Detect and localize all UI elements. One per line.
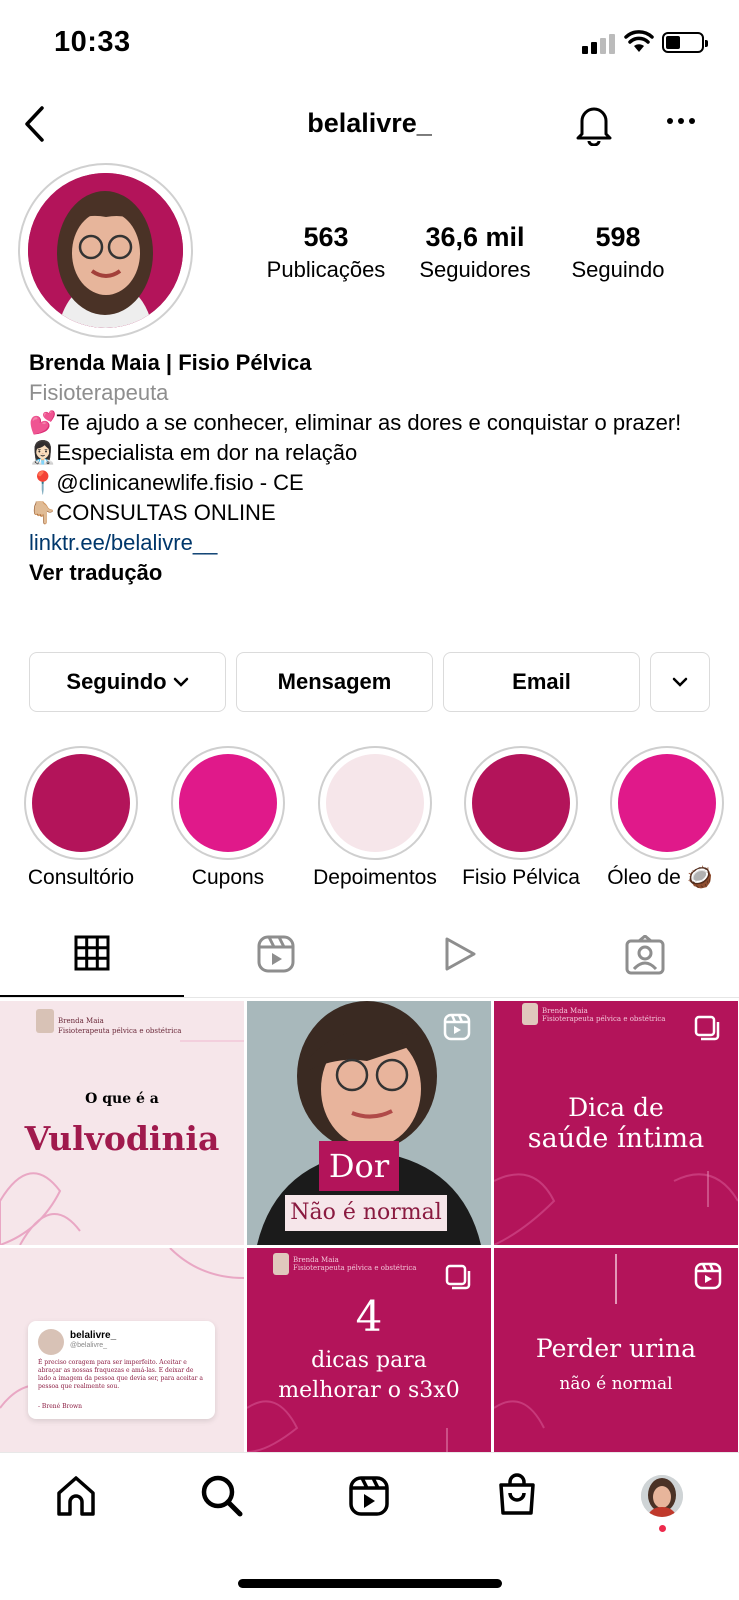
highlight-oleo[interactable]	[610, 746, 724, 860]
highlight-consultorio[interactable]	[24, 746, 138, 860]
play-video-tab-icon[interactable]	[442, 935, 478, 973]
following-button[interactable]: Seguindo	[29, 652, 226, 712]
bio-link[interactable]: linktr.ee/belalivre__	[29, 528, 719, 558]
tagged-photos-tab-icon[interactable]	[625, 935, 665, 975]
email-button-label: Email	[512, 669, 571, 694]
message-button[interactable]: Mensagem	[236, 652, 433, 712]
chevron-down-icon	[173, 677, 188, 687]
email-button[interactable]: Email	[443, 652, 640, 712]
stat-followers-label: Seguidores	[419, 257, 531, 282]
quote-card: belalivre_ @belalivre_ É preciso coragem…	[28, 1321, 215, 1419]
highlight-cupons[interactable]	[171, 746, 285, 860]
author-photo	[273, 1253, 289, 1275]
highlight-label: Depoimentos	[313, 866, 437, 889]
reels-icon[interactable]	[348, 1475, 390, 1517]
see-translation-link[interactable]: Ver tradução	[29, 558, 719, 588]
post-heading: Perder urina	[535, 1334, 697, 1363]
highlight-fisio-pelvica[interactable]	[464, 746, 578, 860]
chevron-down-icon	[672, 677, 688, 687]
cellular-signal-icon	[582, 34, 615, 54]
post-title: Não é normal	[285, 1195, 447, 1231]
post-heading: O que é a	[85, 1091, 159, 1107]
stat-followers-value: 36,6 mil	[425, 222, 525, 252]
quote-text: É preciso coragem para ser imperfeito. A…	[38, 1359, 204, 1390]
following-button-label: Seguindo	[66, 669, 167, 694]
quote-handle: @belalivre_	[70, 1342, 108, 1349]
author-photo	[36, 1009, 54, 1033]
post-title: Vulvodinia	[24, 1119, 220, 1158]
shopping-bag-icon[interactable]	[497, 1473, 537, 1517]
wifi-icon	[624, 30, 654, 52]
stat-following-label: Seguindo	[571, 257, 665, 282]
bio-line: 👇🏼CONSULTAS ONLINE	[29, 500, 276, 525]
post-number: 4	[355, 1292, 383, 1341]
post-heading: Dor	[319, 1141, 399, 1191]
post-author: Brenda Maia	[542, 1007, 588, 1015]
post-heading: Dica de	[568, 1093, 664, 1122]
profile-bio: Brenda Maia | Fisio Pélvica Fisioterapeu…	[29, 348, 719, 588]
search-icon[interactable]	[200, 1474, 244, 1518]
post-author: Brenda Maia	[293, 1256, 339, 1264]
stat-following[interactable]: 598 Seguindo	[560, 222, 676, 283]
profile-full-name: Brenda Maia | Fisio Pélvica	[29, 350, 312, 375]
author-photo	[522, 1003, 538, 1025]
highlight-label: Cupons	[191, 866, 265, 889]
status-time: 10:33	[54, 26, 131, 58]
post-title: saúde íntima	[527, 1123, 705, 1154]
profile-avatar[interactable]	[28, 173, 183, 328]
post-thumbnail[interactable]: Brenda Maia Fisioterapeuta pélvica e obs…	[494, 1001, 738, 1245]
post-subtitle: Fisioterapeuta pélvica e obstétrica	[293, 1264, 417, 1272]
post-title: melhorar o s3x0	[278, 1378, 460, 1403]
post-subtitle: Fisioterapeuta pélvica e obstétrica	[542, 1015, 666, 1023]
suggested-accounts-button[interactable]	[650, 652, 710, 712]
more-options-icon[interactable]	[667, 118, 695, 124]
home-icon[interactable]	[54, 1474, 98, 1518]
battery-icon	[662, 32, 708, 53]
notification-dot	[659, 1525, 666, 1532]
post-thumbnail[interactable]: Dor Não é normal	[247, 1001, 491, 1245]
tab-divider	[0, 997, 739, 998]
avatar	[38, 1329, 64, 1355]
carousel-icon	[445, 1264, 471, 1290]
highlight-label: Consultório	[27, 866, 135, 889]
reel-icon	[694, 1262, 722, 1290]
reel-icon	[443, 1013, 471, 1041]
highlight-label: Fisio Pélvica	[462, 866, 580, 889]
stat-following-value: 598	[595, 222, 641, 252]
stat-posts-value: 563	[303, 222, 349, 252]
quote-user: belalivre_	[70, 1330, 117, 1341]
bio-line: 👩🏻‍⚕️Especialista em dor na relação	[29, 440, 358, 465]
profile-category: Fisioterapeuta	[29, 380, 169, 405]
bio-line: 💕Te ajudo a se conhecer, eliminar as dor…	[29, 410, 682, 435]
highlight-label: Óleo de 🥥	[607, 866, 713, 889]
carousel-icon	[694, 1015, 720, 1041]
post-subtitle: Fisioterapeuta pélvica e obstétrica	[58, 1027, 182, 1035]
post-thumbnail[interactable]: Brenda Maia Fisioterapeuta pélvica e obs…	[0, 1001, 244, 1245]
highlight-depoimentos[interactable]	[318, 746, 432, 860]
post-title: não é normal	[559, 1374, 673, 1394]
stat-posts-label: Publicações	[266, 257, 386, 282]
notification-bell-icon[interactable]	[574, 102, 614, 146]
reels-tab-icon[interactable]	[257, 935, 295, 973]
post-author: Brenda Maia	[58, 1017, 104, 1025]
profile-tab-avatar[interactable]	[641, 1475, 683, 1517]
stat-followers[interactable]: 36,6 mil Seguidores	[408, 222, 542, 283]
post-heading: dicas para	[311, 1348, 427, 1373]
quote-cite: - Brené Brown	[38, 1403, 82, 1410]
home-indicator	[238, 1579, 502, 1588]
stat-posts[interactable]: 563 Publicações	[263, 222, 389, 283]
bio-line-location[interactable]: 📍@clinicanewlife.fisio - CE	[29, 468, 719, 498]
grid-icon[interactable]	[74, 935, 110, 971]
message-button-label: Mensagem	[277, 669, 392, 694]
profile-username: belalivre_	[307, 108, 432, 138]
